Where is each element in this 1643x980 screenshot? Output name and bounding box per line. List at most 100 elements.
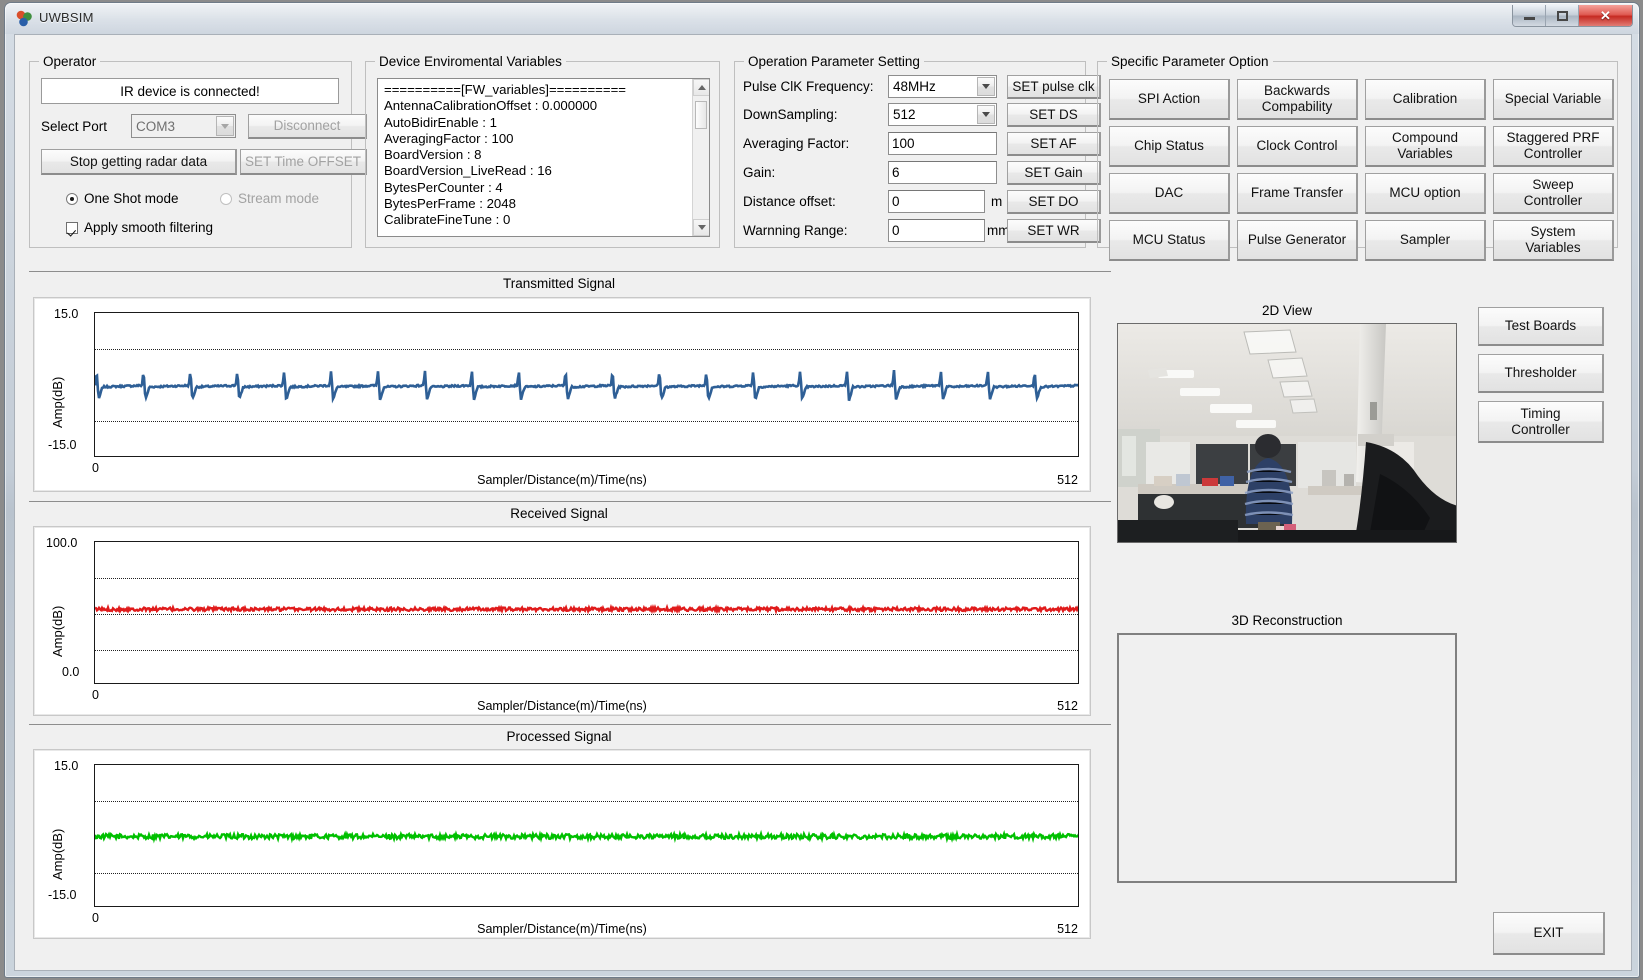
window-title: UWBSIM bbox=[39, 10, 94, 25]
set-af-button[interactable]: SET AF bbox=[1007, 132, 1101, 156]
set-wr-button[interactable]: SET WR bbox=[1007, 219, 1101, 243]
window-frame: UWBSIM ✕ Operator IR device is connected… bbox=[4, 2, 1640, 978]
maximize-button[interactable] bbox=[1546, 5, 1579, 26]
reconstruction-3d-canvas[interactable] bbox=[1117, 633, 1457, 883]
received-y-tick-max: 100.0 bbox=[46, 536, 78, 550]
minimize-button[interactable] bbox=[1513, 5, 1546, 26]
smooth-filtering-label: Apply smooth filtering bbox=[84, 220, 214, 235]
calibration-button[interactable]: Calibration bbox=[1365, 79, 1486, 120]
checkbox-icon bbox=[66, 221, 78, 234]
stop-radar-button[interactable]: Stop getting radar data bbox=[41, 149, 237, 175]
scrollbar-thumb[interactable] bbox=[695, 101, 707, 129]
device-vars-group: Device Enviromental Variables ==========… bbox=[365, 54, 720, 248]
app-logo-icon bbox=[16, 10, 32, 27]
averaging-factor-label: Averaging Factor: bbox=[743, 136, 850, 151]
specific-params-group: Specific Parameter Option SPI Action Bac… bbox=[1097, 54, 1618, 261]
processed-y-tick-min: -15.0 bbox=[48, 888, 77, 902]
mcu-option-button[interactable]: MCU option bbox=[1365, 173, 1486, 214]
one-shot-mode-radio[interactable]: One Shot mode bbox=[66, 191, 179, 206]
gain-label: Gain: bbox=[743, 165, 776, 180]
spi-action-button[interactable]: SPI Action bbox=[1109, 79, 1230, 120]
received-y-tick-min: 0.0 bbox=[62, 665, 80, 679]
transmitted-y-tick-max: 15.0 bbox=[54, 307, 79, 321]
connection-status: IR device is connected! bbox=[41, 78, 339, 104]
set-ds-button[interactable]: SET DS bbox=[1007, 103, 1101, 127]
transmitted-plot-area bbox=[94, 312, 1079, 457]
sweep-controller-button[interactable]: Sweep Controller bbox=[1493, 173, 1614, 214]
backwards-compability-button[interactable]: Backwards Compability bbox=[1237, 79, 1358, 120]
scroll-down-icon[interactable] bbox=[693, 219, 709, 236]
chevron-down-icon[interactable] bbox=[977, 77, 995, 96]
set-gain-button[interactable]: SET Gain bbox=[1007, 161, 1101, 185]
pulse-clk-frequency-select[interactable]: 48MHz bbox=[888, 75, 997, 98]
distance-offset-unit: m bbox=[991, 194, 1003, 209]
gain-input[interactable]: 6 bbox=[888, 161, 997, 184]
sampler-button[interactable]: Sampler bbox=[1365, 220, 1486, 261]
chevron-down-icon[interactable] bbox=[977, 105, 995, 124]
select-port-label: Select Port bbox=[41, 119, 108, 134]
thresholder-button[interactable]: Thresholder bbox=[1478, 354, 1604, 393]
maximize-icon bbox=[1556, 10, 1568, 21]
stream-mode-radio[interactable]: Stream mode bbox=[220, 191, 319, 206]
averaging-factor-input[interactable]: 100 bbox=[888, 132, 997, 155]
downsampling-select[interactable]: 512 bbox=[888, 103, 997, 126]
chip-status-button[interactable]: Chip Status bbox=[1109, 126, 1230, 167]
transmitted-x-tick-max: 512 bbox=[1057, 473, 1078, 487]
processed-x-axis-label: Sampler/Distance(m)/Time(ns) bbox=[477, 922, 647, 936]
chevron-down-icon[interactable] bbox=[216, 116, 234, 136]
set-time-offset-button[interactable]: SET Time OFFSET bbox=[240, 149, 367, 175]
pulse-generator-button[interactable]: Pulse Generator bbox=[1237, 220, 1358, 261]
view-2d-title: 2D View bbox=[1261, 303, 1313, 318]
compound-variables-button[interactable]: Compound Variables bbox=[1365, 126, 1486, 167]
radio-icon bbox=[220, 192, 232, 205]
frame-transfer-button[interactable]: Frame Transfer bbox=[1237, 173, 1358, 214]
clock-control-button[interactable]: Clock Control bbox=[1237, 126, 1358, 167]
office-camera-frame bbox=[1118, 324, 1456, 542]
system-variables-button[interactable]: System Variables bbox=[1493, 220, 1614, 261]
test-boards-button[interactable]: Test Boards bbox=[1478, 307, 1604, 346]
exit-button[interactable]: EXIT bbox=[1493, 912, 1605, 955]
set-pulse-clk-button[interactable]: SET pulse clk bbox=[1007, 75, 1101, 99]
distance-offset-input[interactable]: 0 bbox=[888, 190, 985, 213]
device-vars-listbox[interactable]: ==========[FW_variables]========== Anten… bbox=[377, 78, 710, 237]
received-signal-panel[interactable]: Amp(dB) 100.0 0.0 0 Sampler/Distance(m)/… bbox=[33, 526, 1091, 716]
processed-signal-title: Processed Signal bbox=[506, 729, 612, 744]
close-button[interactable]: ✕ bbox=[1579, 5, 1632, 26]
downsampling-label: DownSampling: bbox=[743, 107, 838, 122]
received-x-axis-label: Sampler/Distance(m)/Time(ns) bbox=[477, 699, 647, 713]
dac-button[interactable]: DAC bbox=[1109, 173, 1230, 214]
timing-controller-button[interactable]: Timing Controller bbox=[1478, 401, 1604, 443]
downsampling-value: 512 bbox=[893, 107, 916, 122]
window-controls[interactable]: ✕ bbox=[1512, 5, 1633, 27]
staggered-prf-controller-button[interactable]: Staggered PRF Controller bbox=[1493, 126, 1614, 167]
operation-params-group-label: Operation Parameter Setting bbox=[744, 54, 924, 69]
scroll-up-icon[interactable] bbox=[693, 79, 709, 96]
smooth-filtering-checkbox[interactable]: Apply smooth filtering bbox=[66, 220, 213, 235]
title-bar[interactable]: UWBSIM ✕ bbox=[5, 3, 1639, 34]
stream-mode-label: Stream mode bbox=[238, 191, 320, 206]
distance-offset-label: Distance offset: bbox=[743, 194, 836, 209]
set-do-button[interactable]: SET DO bbox=[1007, 190, 1101, 214]
warning-range-input[interactable]: 0 bbox=[888, 219, 985, 242]
transmitted-signal-trace bbox=[95, 369, 1078, 404]
one-shot-mode-label: One Shot mode bbox=[84, 191, 179, 206]
plot-separator-mid1 bbox=[29, 501, 1111, 502]
operation-params-group: Operation Parameter Setting Pulse ClK Fr… bbox=[734, 54, 1101, 248]
warning-range-label: Warnning Range: bbox=[743, 223, 848, 238]
processed-y-axis-label: Amp(dB) bbox=[50, 828, 65, 880]
port-select-value: COM3 bbox=[136, 118, 176, 134]
mcu-status-button[interactable]: MCU Status bbox=[1109, 220, 1230, 261]
device-vars-scrollbar[interactable] bbox=[692, 79, 709, 236]
transmitted-signal-title: Transmitted Signal bbox=[502, 276, 616, 291]
processed-signal-panel[interactable]: Amp(dB) 15.0 -15.0 0 Sampler/Distance(m)… bbox=[33, 749, 1091, 939]
minimize-icon bbox=[1523, 17, 1535, 20]
view-2d-image[interactable] bbox=[1117, 323, 1457, 543]
disconnect-button[interactable]: Disconnect bbox=[248, 114, 367, 139]
radio-icon bbox=[66, 192, 78, 205]
transmitted-signal-panel[interactable]: Amp(dB) 15.0 -15.0 0 Sampler/Distance(m)… bbox=[33, 297, 1091, 492]
special-variable-button[interactable]: Special Variable bbox=[1493, 79, 1614, 120]
operator-group-label: Operator bbox=[39, 54, 101, 69]
specific-params-group-label: Specific Parameter Option bbox=[1107, 54, 1273, 69]
transmitted-y-axis-label: Amp(dB) bbox=[50, 376, 65, 428]
port-select[interactable]: COM3 bbox=[131, 114, 236, 138]
